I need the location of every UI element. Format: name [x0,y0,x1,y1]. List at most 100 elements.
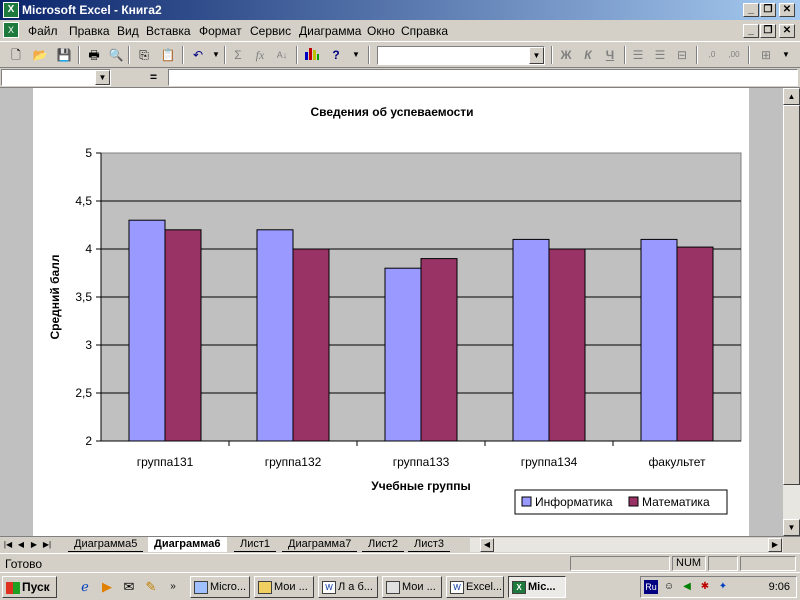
taskbar-button-search[interactable]: Мои ... [382,576,442,598]
bar-informatika[interactable] [256,229,294,442]
decrease-decimal-icon[interactable]: ,00 [724,46,744,64]
menu-format[interactable]: Формат [199,24,242,38]
menu-edit[interactable]: Правка [69,24,110,38]
network-icon[interactable]: ✦ [716,580,730,594]
chevron-down-icon[interactable]: ▼ [95,70,110,85]
bar-informatika[interactable] [512,238,550,442]
ie-icon[interactable]: ℯ [76,578,94,596]
workbook-icon[interactable]: X [3,22,19,38]
sheet-tab-list1[interactable]: Лист1 [234,537,277,552]
doc-close-button[interactable]: ✕ [779,24,795,38]
bold-icon[interactable]: Ж [556,46,576,64]
outlook-icon[interactable]: ✉ [120,578,138,596]
close-button[interactable]: ✕ [779,3,795,17]
chart-wizard-icon[interactable] [302,46,322,64]
increase-decimal-icon[interactable]: ,0 [702,46,722,64]
clock[interactable]: 9:06 [769,581,790,593]
sheet-tab-diagramma7[interactable]: Диаграмма7 [282,537,358,552]
scroll-left-icon[interactable]: ◀ [480,538,494,552]
bar-informatika[interactable] [128,219,166,442]
bar-informatika[interactable] [384,267,422,442]
toolbar-options-icon[interactable]: ▼ [346,46,366,64]
messenger-icon[interactable]: ✎ [142,578,160,596]
sheet-tab-list2[interactable]: Лист2 [362,537,405,552]
bar-informatika[interactable] [640,238,678,442]
bar-matematika[interactable] [676,246,714,442]
horizontal-scrollbar[interactable]: ◀ ▶ [470,538,783,552]
excel-icon[interactable]: X [3,2,19,18]
language-indicator[interactable]: Ru [644,580,658,594]
scroll-up-icon[interactable]: ▲ [783,88,800,105]
minimize-button[interactable]: _ [743,3,759,17]
sheet-tab-list3[interactable]: Лист3 [408,537,451,552]
italic-icon[interactable]: К [578,46,598,64]
save-icon[interactable]: 💾 [54,46,74,64]
bar-matematika[interactable] [292,248,330,442]
taskbar-button-micro[interactable]: Micro... [190,576,250,598]
function-icon[interactable]: fx [250,46,270,64]
scroll-right-icon[interactable]: ▶ [768,538,782,552]
equals-sign[interactable]: = [150,70,157,84]
new-icon[interactable]: 🗋 [6,46,26,64]
borders-icon[interactable]: ⊞ [756,46,776,64]
chart-area[interactable]: Сведения об успеваемости 2 2,5 3 3,5 4 4,5 5 гр… [33,88,749,536]
update-icon[interactable]: ✱ [698,580,712,594]
media-player-icon[interactable]: ▶ [98,578,116,596]
first-sheet-icon[interactable]: |◀ [2,538,14,551]
last-sheet-icon[interactable]: ▶| [41,538,53,551]
font-combo[interactable]: ▼ [377,46,545,65]
next-sheet-icon[interactable]: ▶ [28,538,40,551]
menu-view[interactable]: Вид [117,24,139,38]
prev-sheet-icon[interactable]: ◀ [15,538,27,551]
chevron-down-icon[interactable]: ▼ [529,47,544,64]
taskbar-button-word[interactable]: WЛ а б... [318,576,378,598]
quicklaunch-more-icon[interactable]: » [164,578,182,596]
menu-window[interactable]: Окно [367,24,395,38]
formula-input[interactable] [168,69,798,86]
print-preview-icon[interactable]: 🔍 [106,46,126,64]
volume-icon[interactable]: ◀ [680,580,694,594]
copy-icon[interactable]: ⎘ [134,46,154,64]
menu-tools[interactable]: Сервис [250,24,291,38]
legend-swatch-informatika [521,496,532,507]
paste-icon[interactable]: 📋 [158,46,178,64]
menu-file[interactable]: Файл [28,24,58,38]
taskbar-button-excel-active[interactable]: X Mic... [508,576,566,598]
y-tick-label: 3 [85,338,92,352]
help-icon[interactable]: ? [326,46,346,64]
scroll-thumb[interactable] [783,105,800,485]
restore-button[interactable]: ❐ [760,3,776,17]
undo-dropdown-icon[interactable]: ▼ [206,46,226,64]
assistant-icon[interactable]: ☺ [662,580,676,594]
taskbar-button-folder[interactable]: Мои ... [254,576,314,598]
menu-help[interactable]: Справка [401,24,448,38]
sheet-tab-diagramma5[interactable]: Диаграмма5 [68,537,144,552]
underline-icon[interactable]: Ч [600,46,620,64]
borders-dropdown-icon[interactable]: ▼ [776,46,796,64]
open-icon[interactable]: 📂 [30,46,50,64]
align-center-icon[interactable]: ☰ [650,46,670,64]
bar-matematika[interactable] [420,258,458,442]
scroll-down-icon[interactable]: ▼ [783,519,800,536]
bar-matematika[interactable] [548,248,586,442]
menu-chart[interactable]: Диаграмма [299,24,361,38]
start-button[interactable]: Пуск [2,576,57,598]
align-left-icon[interactable]: ☰ [628,46,648,64]
taskbar-button-label: Mic... [528,581,556,593]
undo-icon[interactable]: ↶ [188,46,208,64]
doc-restore-button[interactable]: ❐ [760,24,776,38]
taskbar-button-excel[interactable]: W Excel... [446,576,504,598]
search-icon [386,580,400,594]
merge-icon[interactable]: ⊟ [672,46,692,64]
sheet-tab-diagramma6[interactable]: Диаграмма6 [148,537,227,552]
vertical-scrollbar[interactable]: ▲ ▼ [783,88,800,536]
autosum-icon[interactable]: Σ [228,46,248,64]
name-box[interactable]: ▼ [1,69,111,86]
toolbar: 🗋 📂 💾 🖶 🔍 ⎘ 📋 ↶ ▼ Σ fx A↓ ? ▼ ▼ Ж К Ч ☰ … [0,41,800,68]
sort-icon[interactable]: A↓ [272,46,292,64]
bar-matematika[interactable] [164,229,202,442]
print-icon[interactable]: 🖶 [84,46,104,64]
legend[interactable]: Информатика Математика [514,489,728,515]
doc-minimize-button[interactable]: _ [743,24,759,38]
menu-insert[interactable]: Вставка [146,24,191,38]
